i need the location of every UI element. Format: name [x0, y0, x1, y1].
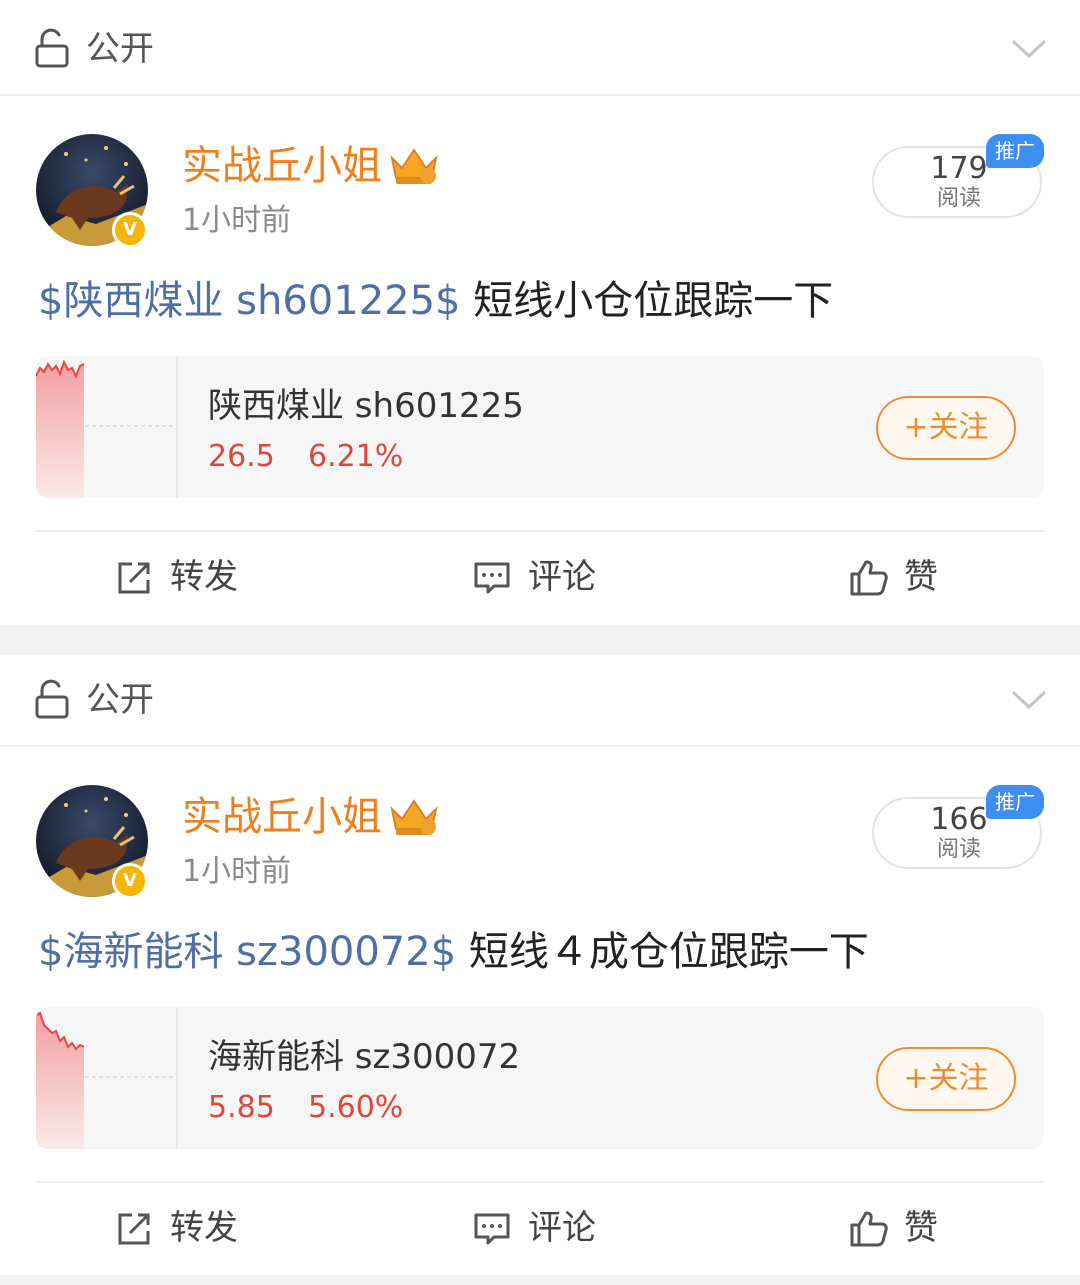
stock-change: 5.60%: [308, 1090, 404, 1125]
thumbs-up-icon: [850, 1211, 888, 1247]
repost-label: 转发: [170, 557, 238, 597]
verified-badge: V: [112, 863, 148, 899]
sparkline-chart: [36, 356, 176, 498]
divider: [36, 1181, 1044, 1183]
post-card: 公开 V 实战丘小姐 1小时前 179 阅读 推广 $陕西煤业 sh601225…: [0, 0, 1080, 625]
chevron-down-icon[interactable]: [1010, 685, 1048, 713]
post-card: 公开 V 实战丘小姐 1小时前 166 阅读 推广 $海新能科 sz300072…: [0, 655, 1080, 1275]
like-button[interactable]: 赞: [848, 1203, 958, 1253]
sparkline-chart: [36, 1007, 176, 1149]
divider: [36, 530, 1044, 532]
like-label: 赞: [904, 1208, 938, 1248]
post-time: 1小时前: [182, 203, 292, 238]
like-button[interactable]: 赞: [848, 552, 958, 602]
stock-price: 5.85: [208, 1090, 275, 1125]
stock-name: 陕西煤业 sh601225: [208, 386, 524, 426]
share-icon: [118, 562, 150, 594]
post-body: 短线小仓位跟踪一下: [460, 278, 834, 324]
like-label: 赞: [904, 557, 938, 597]
stock-tag-link[interactable]: $陕西煤业 sh601225$: [38, 278, 461, 324]
visibility-label: 公开: [86, 29, 154, 69]
post-time: 1小时前: [182, 854, 292, 889]
stock-price: 26.5: [208, 439, 275, 474]
comment-label: 评论: [528, 1208, 596, 1248]
post-text: $海新能科 sz300072$ 短线４成仓位跟踪一下: [38, 925, 869, 979]
promo-badge: 推广: [986, 785, 1044, 819]
stock-change: 6.21%: [308, 439, 404, 474]
verified-badge: V: [112, 212, 148, 248]
thumbs-up-icon: [850, 560, 888, 596]
read-count-label: 阅读: [936, 837, 981, 862]
share-icon: [118, 1213, 150, 1245]
comment-icon: [474, 1213, 510, 1245]
repost-button[interactable]: 转发: [114, 1203, 264, 1253]
crown-icon: [390, 148, 438, 184]
visibility-bar[interactable]: 公开: [0, 0, 1080, 96]
username[interactable]: 实战丘小姐: [182, 140, 382, 192]
follow-button[interactable]: +关注: [876, 1047, 1016, 1111]
divider: [176, 1007, 178, 1149]
comment-button[interactable]: 评论: [472, 1203, 622, 1253]
repost-label: 转发: [170, 1208, 238, 1248]
repost-button[interactable]: 转发: [114, 552, 264, 602]
comment-button[interactable]: 评论: [472, 552, 622, 602]
visibility-label: 公开: [86, 680, 154, 720]
stock-card[interactable]: 陕西煤业 sh601225 26.5 6.21% +关注: [36, 356, 1044, 498]
visibility-bar[interactable]: 公开: [0, 655, 1080, 747]
crown-icon: [390, 799, 438, 835]
promo-badge: 推广: [986, 134, 1044, 168]
comment-label: 评论: [528, 557, 596, 597]
username[interactable]: 实战丘小姐: [182, 791, 382, 843]
stock-tag-link[interactable]: $海新能科 sz300072$: [38, 929, 456, 975]
chevron-down-icon[interactable]: [1010, 34, 1048, 62]
post-body: 短线４成仓位跟踪一下: [456, 929, 869, 975]
post-text: $陕西煤业 sh601225$ 短线小仓位跟踪一下: [38, 274, 833, 328]
lock-open-icon: [35, 28, 69, 68]
follow-button[interactable]: +关注: [876, 396, 1016, 460]
read-count-label: 阅读: [936, 186, 981, 211]
divider: [176, 356, 178, 498]
stock-card[interactable]: 海新能科 sz300072 5.85 5.60% +关注: [36, 1007, 1044, 1149]
stock-name: 海新能科 sz300072: [208, 1037, 521, 1077]
comment-icon: [474, 562, 510, 594]
lock-open-icon: [35, 679, 69, 719]
